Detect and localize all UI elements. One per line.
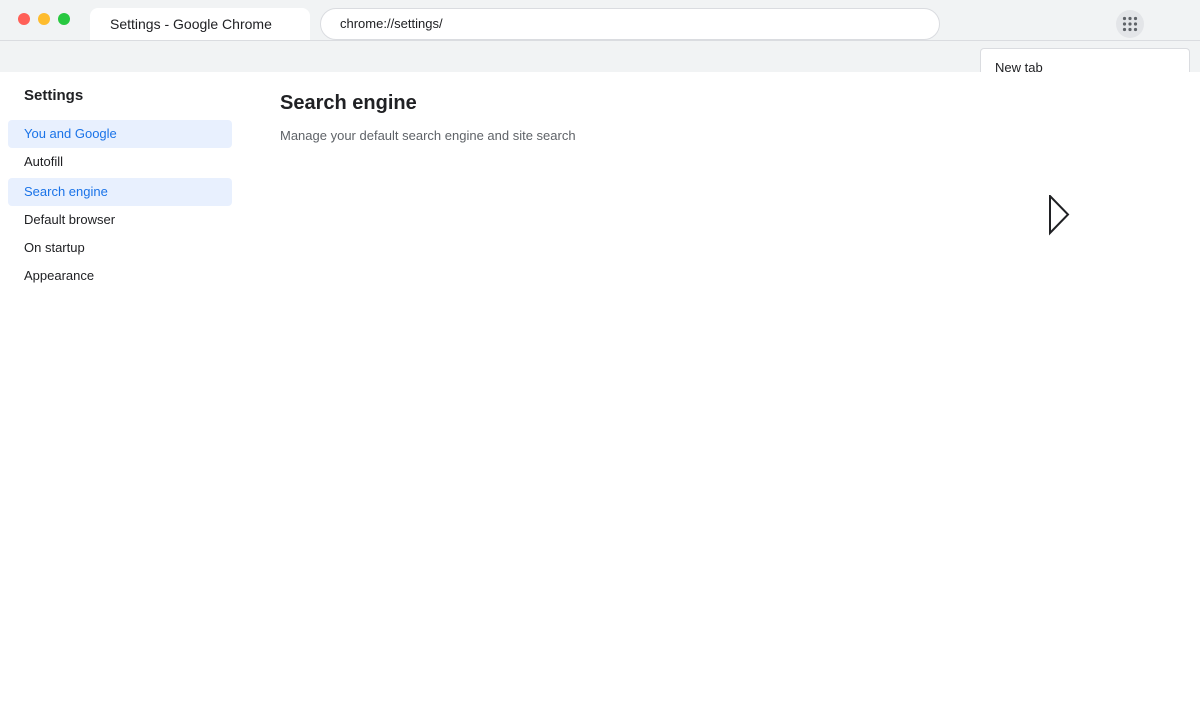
maximize-window-button[interactable] <box>58 13 70 25</box>
sidebar-title: Settings <box>24 87 84 104</box>
page-title: Search engine <box>280 92 417 114</box>
page-subtitle: Manage your default search engine and si… <box>280 128 576 143</box>
sidebar-item-on-startup[interactable]: On startup <box>8 234 232 262</box>
apps-grid-icon <box>1122 16 1138 32</box>
address-bar-url: chrome://settings/ <box>340 16 443 31</box>
sidebar-item-label: Default browser <box>24 212 116 227</box>
settings-sidebar: Settings You and Google Autofill Search … <box>0 72 240 720</box>
address-bar[interactable]: chrome://settings/ <box>320 8 940 40</box>
sidebar-item-label: Search engine <box>24 184 108 199</box>
minimize-window-button[interactable] <box>38 13 50 25</box>
browser-chrome: Settings - Google Chrome chrome://settin… <box>0 0 1200 75</box>
sidebar-item-search-engine[interactable]: Search engine <box>8 178 232 206</box>
menu-popup: New tab <box>980 48 1190 75</box>
sidebar-item-appearance[interactable]: Appearance <box>8 262 232 290</box>
sidebar-item-default-browser[interactable]: Default browser <box>8 206 232 234</box>
sidebar-item-autofill[interactable]: Autofill <box>8 148 232 176</box>
sidebar-item-label: Autofill <box>24 154 64 169</box>
settings-page: Settings You and Google Autofill Search … <box>0 72 1200 720</box>
mouse-cursor-icon <box>1049 195 1070 236</box>
sidebar-item-label: Appearance <box>24 268 95 283</box>
close-window-button[interactable] <box>18 13 30 25</box>
sidebar-item-label: On startup <box>24 240 85 255</box>
browser-tab[interactable]: Settings - Google Chrome <box>90 8 310 40</box>
apps-button[interactable] <box>1116 10 1144 38</box>
tab-title: Settings - Google Chrome <box>110 16 272 32</box>
title-bar: Settings - Google Chrome chrome://settin… <box>0 0 1200 41</box>
sidebar-item-you-and-google[interactable]: You and Google <box>8 120 232 148</box>
sidebar-item-label: You and Google <box>24 126 117 141</box>
